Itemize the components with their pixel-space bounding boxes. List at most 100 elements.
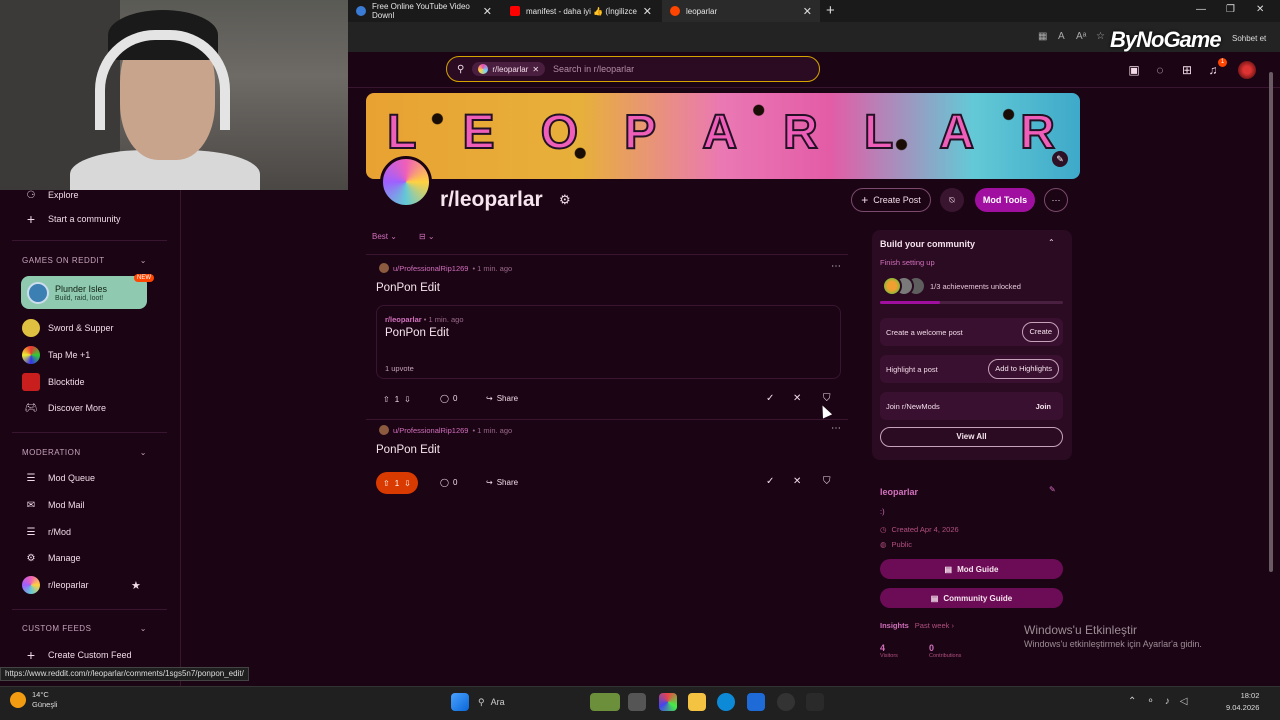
sidebar-item-r-mod[interactable]: ☰ r/Mod [22,523,72,541]
approve-icon[interactable]: ✓ [766,393,774,404]
comments-button[interactable]: ◯ 0 [440,478,457,487]
edge-icon[interactable] [717,693,735,711]
comments-button[interactable]: ◯ 0 [440,394,457,403]
favorite-icon[interactable]: ☆ [1096,31,1105,42]
apps-icon[interactable]: ▦ [1038,31,1047,42]
post-title[interactable]: PonPon Edit [376,444,440,456]
search-icon: ⚲ [478,696,485,707]
sidebar-item-mod-queue[interactable]: ☰ Mod Queue [22,469,96,487]
tab-leoparlar[interactable]: leoparlar ✕ [662,0,820,22]
weather-widget[interactable]: 14°C Güneşli [10,690,57,710]
close-icon[interactable]: ✕ [532,65,539,74]
sidebar-item-blocktide[interactable]: Blocktide [22,373,85,391]
sort-dropdown[interactable]: Best ⌄ [372,232,397,241]
chat-button[interactable]: Sohbet et [1232,34,1266,43]
downvote-icon[interactable]: ⇩ [404,395,411,404]
moderation-section-header[interactable]: MODERATION ⌄ [22,448,147,457]
sidebar-item-manage[interactable]: ⚙ Manage [22,549,81,567]
chevron-up-icon[interactable]: ⌃ [1048,238,1055,247]
store-icon[interactable] [747,693,765,711]
create-icon[interactable]: ⊞ [1179,62,1195,78]
capcut-icon[interactable] [806,693,824,711]
custom-feeds-section-header[interactable]: CUSTOM FEEDS ⌄ [22,624,147,633]
sidebar-item-leoparlar[interactable]: r/leoparlar [22,576,89,594]
copilot-icon[interactable] [659,693,677,711]
shield-icon[interactable]: ⛉ [823,476,831,487]
more-options-button[interactable]: ⋯ [1044,188,1068,212]
sidebar-item-discover-more[interactable]: 🎮︎ Discover More [22,399,106,417]
view-all-button[interactable]: View All [880,427,1063,447]
edit-banner-icon[interactable]: ✎ [1052,151,1068,167]
search-bar[interactable]: ⚲ r/leoparlar ✕ Search in r/leoparlar [446,56,820,82]
join-button[interactable]: Join [1036,402,1051,411]
community-avatar[interactable] [380,156,432,208]
sidebar-item-create-custom-feed[interactable]: + Create Custom Feed [22,646,132,664]
post-title[interactable]: PonPon Edit [376,282,440,294]
crosspost-embed[interactable]: r/leoparlar • 1 min. ago PonPon Edit 1 u… [376,305,841,379]
community-avatar-icon [478,64,489,74]
banner-letter: E [462,105,499,160]
sidebar-item-tap-me[interactable]: Tap Me +1 [22,346,90,364]
downvote-icon[interactable]: ⇩ [404,479,411,488]
star-icon[interactable]: ★ [131,579,141,592]
chevron-up-icon[interactable]: ⌃ [1128,696,1136,707]
minimize-button[interactable]: — [1196,4,1206,15]
remove-icon[interactable]: ✕ [793,393,801,404]
create-welcome-button[interactable]: Create [1022,322,1059,342]
close-icon[interactable]: ✕ [483,5,492,18]
sidebar-item-sword-supper[interactable]: Sword & Supper [22,319,114,337]
volume-icon[interactable]: ◁ [1180,696,1188,707]
games-section-header[interactable]: GAMES ON REDDIT ⌄ [22,256,147,265]
remove-icon[interactable]: ✕ [793,476,801,487]
post-options-icon[interactable]: ⋯ [831,423,842,434]
task-view-icon[interactable] [628,693,646,711]
chat-icon[interactable]: ◌ [1152,62,1168,78]
tab-youtube-downloader[interactable]: Free Online YouTube Video Downl ✕ [348,0,500,22]
upvote-icon[interactable]: ⇧ [383,479,390,488]
close-icon[interactable]: ✕ [643,5,652,18]
view-dropdown[interactable]: ⊟ ⌄ [419,232,435,241]
search-input[interactable]: Search in r/leoparlar [553,64,634,74]
notifications-off-button[interactable]: ⍉ [940,188,964,212]
taskbar-search[interactable]: ⚲ Ara [478,693,505,711]
create-post-button[interactable]: + Create Post [851,188,931,212]
community-guide-button[interactable]: ▤ Community Guide [880,588,1063,608]
edit-icon[interactable]: ✎ [1049,485,1056,494]
chrome-icon[interactable] [777,693,795,711]
approve-icon[interactable]: ✓ [766,476,774,487]
mod-tools-button[interactable]: Mod Tools [975,188,1035,212]
avatar[interactable] [1238,61,1256,79]
new-tab-button[interactable]: + [826,2,835,19]
mod-guide-button[interactable]: ▤ Mod Guide [880,559,1063,579]
translate-icon[interactable]: Aᵃ [1076,31,1086,42]
share-button[interactable]: ↪ Share [486,394,518,403]
upvote-icon[interactable]: ⇧ [383,395,390,404]
sidebar-item-explore[interactable]: ⚆ Explore [22,186,79,204]
close-icon[interactable]: ✕ [803,5,812,18]
maximize-button[interactable]: ❐ [1226,4,1235,15]
network-icon[interactable]: ⚬ [1146,696,1154,707]
sidebar-item-label: Mod Mail [48,500,85,510]
post-options-icon[interactable]: ⋯ [831,261,842,272]
sidebar-item-plunder-isles[interactable]: Plunder Isles Build, raid, loot! [21,276,147,309]
add-to-highlights-button[interactable]: Add to Highlights [988,359,1059,379]
read-aloud-icon[interactable]: A [1058,31,1065,42]
tab-manifest[interactable]: manifest - daha iyi 👍 (İngilizce ve ✕ [502,0,660,22]
search-scope-chip[interactable]: r/leoparlar ✕ [472,62,546,76]
sidebar-item-start-community[interactable]: + Start a community [22,210,121,228]
widget-icon[interactable] [590,693,620,711]
post-author[interactable]: u/ProfessionalRip1269 [393,426,468,435]
file-explorer-icon[interactable] [688,693,706,711]
scrollbar-thumb[interactable] [1269,72,1273,572]
close-window-button[interactable]: ✕ [1256,4,1264,15]
insights-period-dropdown[interactable]: Past week › [915,621,954,630]
sidebar-item-mod-mail[interactable]: ✉ Mod Mail [22,496,85,514]
microphone-icon[interactable]: ♪ [1165,696,1170,707]
start-icon[interactable] [451,693,469,711]
advertise-icon[interactable]: ▣ [1126,62,1142,78]
post-author[interactable]: u/ProfessionalRip1269 [393,264,468,273]
settings-icon[interactable]: ⚙ [559,192,571,208]
scrollbar[interactable] [1267,52,1275,684]
clock[interactable]: 18:02 9.04.2026 [1226,690,1259,714]
share-button[interactable]: ↪ Share [486,478,518,487]
